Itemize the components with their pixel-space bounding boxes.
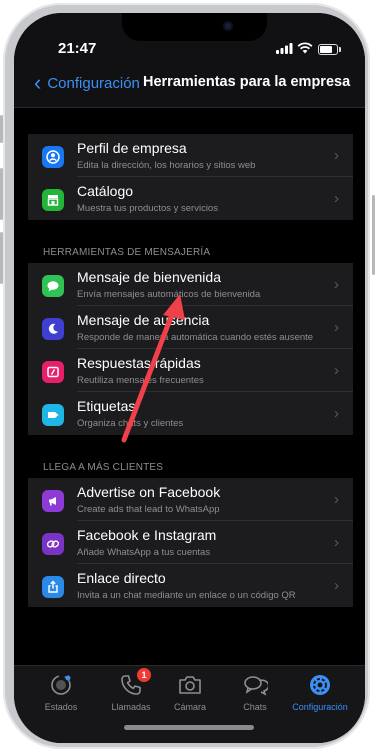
home-indicator <box>124 725 254 730</box>
list-item-direct-link[interactable]: Enlace directo Invita a un chat mediante… <box>28 564 353 607</box>
list-item-business-profile[interactable]: Perfil de empresa Edita la dirección, lo… <box>28 134 353 177</box>
item-subtitle: Create ads that lead to WhatsApp <box>77 504 220 515</box>
chevron-right-icon: › <box>334 362 339 379</box>
item-subtitle: Muestra tus productos y servicios <box>77 203 218 214</box>
item-title: Facebook e Instagram <box>77 527 217 543</box>
settings-list: Perfil de empresa Edita la dirección, lo… <box>14 108 365 664</box>
quick-reply-icon <box>42 361 64 383</box>
megaphone-icon <box>42 490 64 512</box>
chevron-right-icon: › <box>334 147 339 164</box>
camera-icon <box>177 672 203 698</box>
item-subtitle: Organiza chats y clientes <box>77 418 184 429</box>
list-item-away-message[interactable]: Mensaje de ausencia Responde de manera a… <box>28 306 353 349</box>
calls-badge: 1 <box>137 668 151 682</box>
item-title: Perfil de empresa <box>77 140 187 156</box>
tab-camera[interactable]: Cámara <box>155 672 225 712</box>
item-title: Etiquetas <box>77 398 136 414</box>
chevron-right-icon: › <box>334 319 339 336</box>
label-icon <box>42 404 64 426</box>
chat-bubble-icon <box>42 275 64 297</box>
section-header-reach-customers: LLEGA A MÁS CLIENTES <box>43 462 164 473</box>
group-business: Perfil de empresa Edita la dirección, lo… <box>28 134 353 220</box>
list-item-quick-replies[interactable]: Respuestas rápidas Reutiliza mensajes fr… <box>28 349 353 392</box>
storefront-icon <box>42 189 64 211</box>
back-label: Configuración <box>47 74 140 92</box>
item-title: Advertise on Facebook <box>77 484 221 500</box>
tab-label: Cámara <box>173 702 206 712</box>
link-icon <box>42 533 64 555</box>
item-subtitle: Reutiliza mensajes frecuentes <box>77 375 204 386</box>
tab-settings[interactable]: Configuración <box>285 672 355 712</box>
chevron-right-icon: › <box>334 534 339 551</box>
group-messaging-tools: Mensaje de bienvenida Envía mensajes aut… <box>28 263 353 435</box>
group-reach-customers: Advertise on Facebook Create ads that le… <box>28 478 353 607</box>
phone-icon: 1 <box>118 668 151 698</box>
list-item-welcome-message[interactable]: Mensaje de bienvenida Envía mensajes aut… <box>28 263 353 306</box>
tab-label: Chats <box>243 702 267 712</box>
item-title: Enlace directo <box>77 570 166 586</box>
item-subtitle: Añade WhatsApp a tus cuentas <box>77 547 211 558</box>
item-subtitle: Edita la dirección, los horarios y sitio… <box>77 160 256 171</box>
tab-bar: Estados 1 Llamadas Cámara Chats Configur… <box>14 665 365 743</box>
status-icon <box>48 672 74 698</box>
item-subtitle: Invita a un chat mediante un enlace o un… <box>77 590 296 601</box>
chevron-right-icon: › <box>334 405 339 422</box>
chevron-right-icon: › <box>334 276 339 293</box>
chevron-right-icon: › <box>334 577 339 594</box>
screen: 21:47 ‹ Configuración Herramientas para … <box>14 13 365 743</box>
list-item-facebook-instagram[interactable]: Facebook e Instagram Añade WhatsApp a tu… <box>28 521 353 564</box>
chats-icon <box>242 672 270 698</box>
item-subtitle: Responde de manera automática cuando est… <box>77 332 314 343</box>
battery-icon <box>318 44 341 55</box>
section-header-messaging: HERRAMIENTAS DE MENSAJERÍA <box>43 247 211 258</box>
nav-bar: ‹ Configuración Herramientas para la emp… <box>14 61 365 108</box>
chevron-left-icon: ‹ <box>34 70 42 95</box>
item-title: Respuestas rápidas <box>77 355 201 371</box>
chevron-right-icon: › <box>334 491 339 508</box>
tab-label: Configuración <box>292 702 348 712</box>
list-item-advertise-facebook[interactable]: Advertise on Facebook Create ads that le… <box>28 478 353 521</box>
list-item-labels[interactable]: Etiquetas Organiza chats y clientes › <box>28 392 353 435</box>
item-title: Catálogo <box>77 183 134 199</box>
notch <box>122 13 267 41</box>
list-item-catalog[interactable]: Catálogo Muestra tus productos y servici… <box>28 177 353 220</box>
chevron-right-icon: › <box>334 190 339 207</box>
front-camera <box>223 21 233 31</box>
wifi-icon <box>297 42 313 54</box>
back-button[interactable]: ‹ Configuración <box>34 72 140 94</box>
page-title: Herramientas para la empresa <box>143 74 351 90</box>
tab-label: Estados <box>44 702 78 712</box>
item-title: Mensaje de ausencia <box>77 312 210 328</box>
item-subtitle: Envía mensajes automáticos de bienvenida <box>77 289 261 300</box>
share-icon <box>42 576 64 598</box>
item-title: Mensaje de bienvenida <box>77 269 221 285</box>
settings-gear-icon <box>307 672 333 698</box>
tab-chats[interactable]: Chats <box>220 672 290 712</box>
phone-frame: 21:47 ‹ Configuración Herramientas para … <box>3 3 370 749</box>
moon-icon <box>42 318 64 340</box>
tab-status[interactable]: Estados <box>26 672 96 712</box>
status-time: 21:47 <box>58 40 97 57</box>
profile-icon <box>42 146 64 168</box>
cellular-signal-icon <box>276 43 293 54</box>
